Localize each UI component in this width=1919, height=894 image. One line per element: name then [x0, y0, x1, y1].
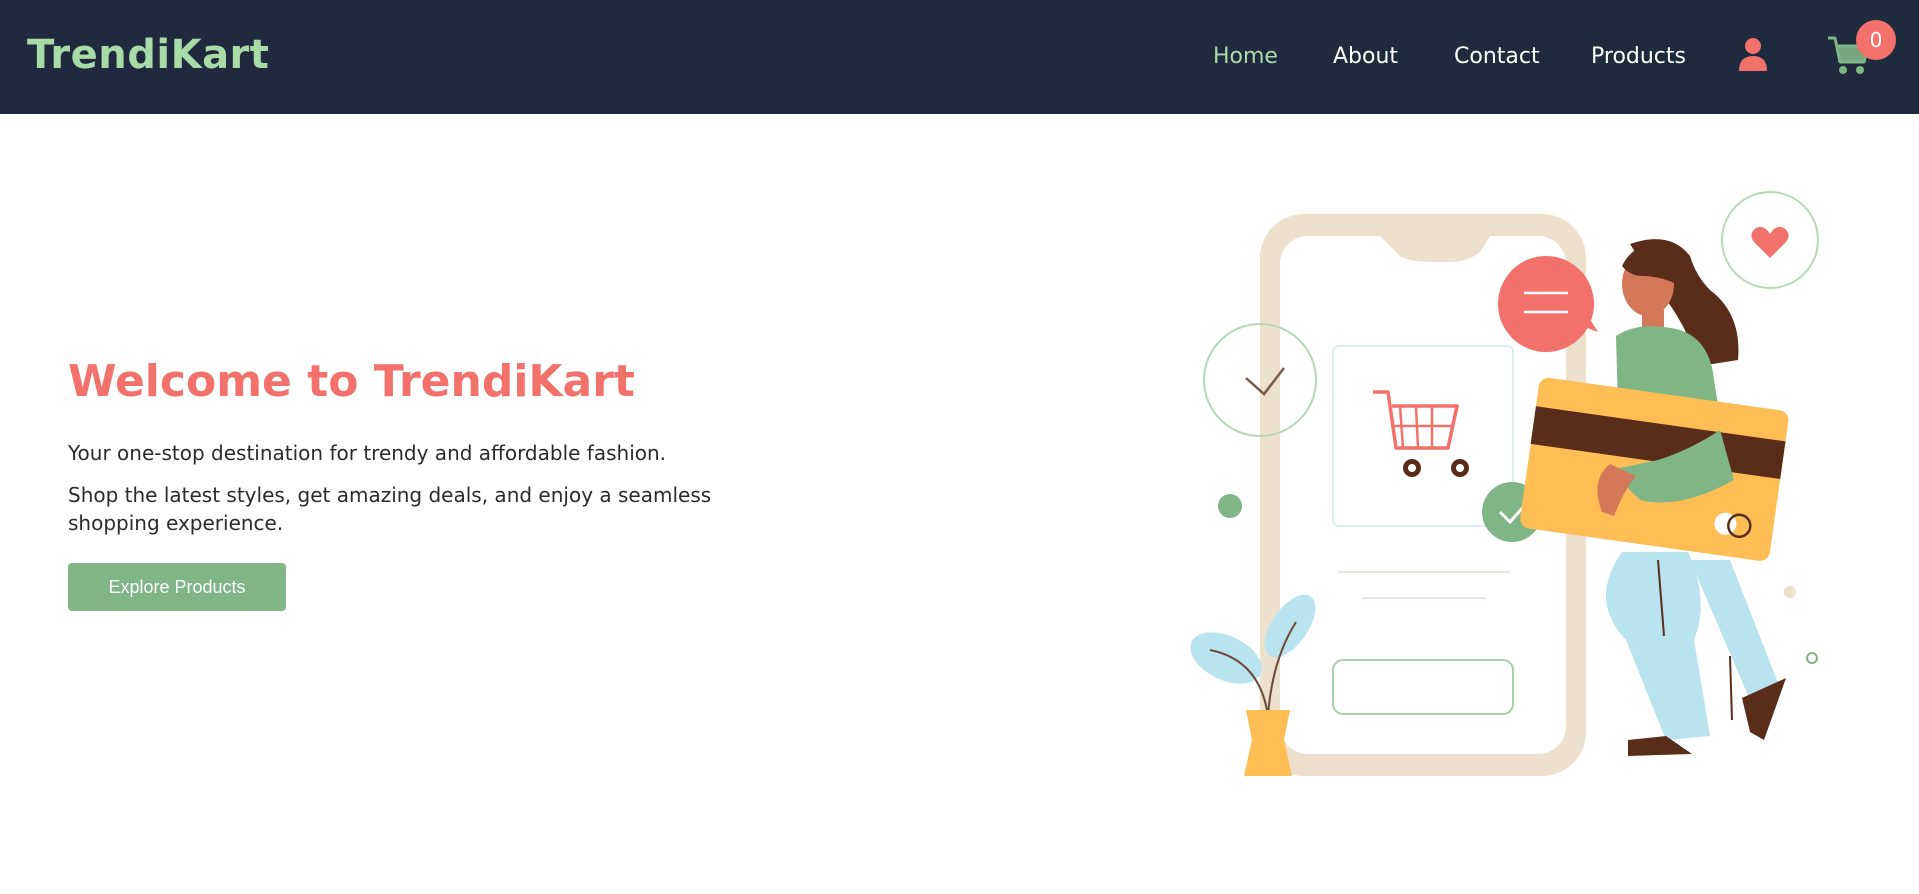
hero-tagline: Your one-stop destination for trendy and… [68, 441, 667, 465]
nav-link-products[interactable]: Products [1591, 44, 1686, 69]
hero-title: Welcome to TrendiKart [68, 356, 635, 407]
brand-logo[interactable]: TrendiKart [27, 32, 269, 78]
hero-illustration [1190, 191, 1819, 776]
nav-link-contact[interactable]: Contact [1454, 44, 1540, 69]
user-icon[interactable] [1738, 36, 1768, 72]
cart-button[interactable]: 0 [1826, 20, 1896, 78]
cart-count-badge: 0 [1856, 20, 1896, 60]
nav-link-home[interactable]: Home [1213, 44, 1278, 69]
nav-link-about[interactable]: About [1333, 44, 1398, 69]
explore-products-button[interactable]: Explore Products [68, 563, 286, 611]
top-navbar: TrendiKart Home About Contact Products 0 [0, 0, 1919, 114]
hero-description: Shop the latest styles, get amazing deal… [68, 483, 712, 535]
chat-bubble-icon [1498, 256, 1594, 352]
